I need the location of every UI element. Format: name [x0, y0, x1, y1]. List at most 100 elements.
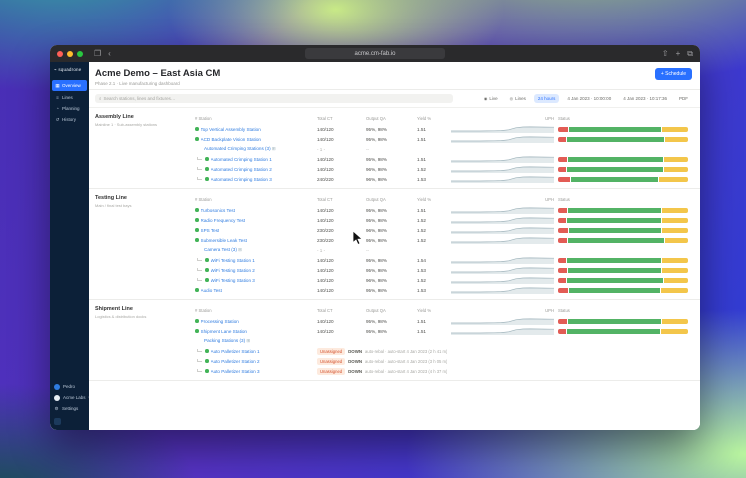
table-row[interactable]: ACD Backplate Vision Station140/12095%, … — [195, 134, 692, 144]
sidebar-item-label: Overview — [62, 83, 81, 88]
close-window-button[interactable] — [57, 51, 63, 57]
share-icon[interactable]: ⇧ — [662, 49, 669, 58]
table-row[interactable]: Audio Test140/12095%, 98%1.53 — [195, 285, 692, 295]
uph-sparkline — [451, 125, 554, 133]
uph-cell — [451, 155, 554, 164]
lines-filter[interactable]: ◎Lines — [506, 94, 530, 103]
station-link[interactable]: SPS Test — [201, 228, 220, 233]
table-row[interactable]: Submersible Leak Test230/22095%, 98%1.52 — [195, 235, 692, 245]
line-section: Assembly LineMainline 1 · Sub-assembly s… — [89, 108, 700, 189]
table-row[interactable]: WiFi Testing Station 3140/12096%, 98%1.5… — [195, 275, 692, 285]
station-link[interactable]: Automated Crimping Station 3 — [211, 177, 272, 182]
tabs-icon[interactable]: ⧉ — [687, 49, 693, 59]
sidebar-item-planning[interactable]: ◔Planning — [52, 103, 87, 113]
station-link[interactable]: Automated Crimping Station 1 — [211, 157, 272, 162]
table-row[interactable]: SPS Test230/22096%, 98%1.52 — [195, 225, 692, 235]
station-link[interactable]: Auto Palletizer Station 2 — [211, 359, 260, 364]
station-link[interactable]: Automated Crimping Station 2 — [211, 167, 272, 172]
table-header-row: # StationTotal CTOutput QAYield %UPHStat… — [195, 193, 692, 205]
status-cell — [558, 278, 692, 283]
expand-icon: ⊞ — [246, 338, 250, 343]
table-row[interactable]: Radio Frequency Test140/12095%, 98%1.52 — [195, 215, 692, 225]
section-table: # StationTotal CTOutput QAYield %UPHStat… — [195, 112, 692, 184]
station-status-dot — [205, 349, 209, 353]
collapse-sidebar-button[interactable] — [54, 418, 61, 425]
status-bar — [558, 268, 688, 273]
table-row[interactable]: Automated Crimping Station 1140/12095%, … — [195, 154, 692, 164]
table-row[interactable]: Processing Station140/12095%, 98%1.51 — [195, 316, 692, 326]
table-row[interactable]: Top Vertical Assembly Station140/12095%,… — [195, 124, 692, 134]
station-link[interactable]: ACD Backplate Vision Station — [201, 137, 261, 142]
yield-cell: 1.52 — [417, 228, 447, 233]
range-selector[interactable]: 24 hours — [534, 94, 560, 103]
schedule-button[interactable]: + Schedule — [655, 68, 692, 80]
station-cell: Submersible Leak Test — [195, 238, 313, 243]
station-link[interactable]: Auto Palletizer Station 1 — [211, 349, 260, 354]
total-ct-cell: 140/120 — [317, 157, 362, 162]
new-tab-icon[interactable]: + — [676, 49, 681, 58]
station-link[interactable]: Top Vertical Assembly Station — [201, 127, 261, 132]
column-header: Yield % — [417, 308, 447, 313]
expand-icon: ⊞ — [238, 247, 242, 252]
yield-cell: 1.53 — [417, 268, 447, 273]
table-row[interactable]: Auto Palletizer Station 1UnassignedDOWNa… — [195, 346, 692, 356]
org-selector[interactable]: Acme Labs ▾ — [50, 392, 89, 403]
user-menu[interactable]: Pedro — [50, 381, 89, 392]
table-row[interactable]: WiFi Testing Station 2140/12095%, 98%1.5… — [195, 265, 692, 275]
status-green-segment — [571, 177, 658, 182]
station-link[interactable]: WiFi Testing Station 1 — [211, 258, 255, 263]
status-red-segment — [558, 258, 566, 263]
table-row[interactable]: Turbosonics Test140/12095%, 98%1.51 — [195, 205, 692, 215]
station-link[interactable]: Audio Test — [201, 288, 222, 293]
live-toggle[interactable]: ◉Live — [480, 94, 502, 103]
status-yellow-segment — [664, 157, 688, 162]
table-row[interactable]: Shipment Lane Station140/12095%, 98%1.51 — [195, 326, 692, 336]
station-link[interactable]: Processing Station — [201, 319, 239, 324]
end-datetime[interactable]: 4 Jan 2023 · 10:17:36 — [619, 94, 671, 103]
station-link[interactable]: Radio Frequency Test — [201, 218, 246, 223]
yield-cell: 1.51 — [417, 329, 447, 334]
group-toggle[interactable]: Automated Crimping Stations (3) ⊞ — [204, 146, 313, 152]
station-link[interactable]: Auto Palletizer Station 3 — [211, 369, 260, 374]
table-row[interactable]: Automated Crimping Station 2140/12096%, … — [195, 164, 692, 174]
column-header: # Station — [195, 116, 313, 121]
station-link[interactable]: Shipment Lane Station — [201, 329, 247, 334]
browser-sidebar-icon[interactable]: ❐ — [94, 50, 101, 58]
org-name: Acme Labs — [63, 395, 86, 400]
sidebar-item-overview[interactable]: ▦Overview — [52, 80, 87, 91]
browser-window: ❐ ‹ acme.cm-fab.io ⇧ + ⧉ ⌁ squadrone ▦Ov… — [50, 45, 700, 430]
search-input[interactable]: ⌕ Search stations, lines and fixtures… — [95, 94, 453, 103]
status-cell — [558, 228, 692, 233]
table-row[interactable]: Auto Palletizer Station 3UnassignedDOWNa… — [195, 366, 692, 376]
sidebar-item-lines[interactable]: ≡Lines — [52, 92, 87, 102]
station-link[interactable]: Turbosonics Test — [201, 208, 235, 213]
down-label: DOWN — [348, 349, 362, 354]
station-link[interactable]: WiFi Testing Station 3 — [211, 278, 255, 283]
minimize-window-button[interactable] — [67, 51, 73, 57]
table-row[interactable]: Camera Test (3) ⊞- 1 --- — [195, 245, 692, 255]
output-qa-cell: 95%, 98% — [366, 127, 413, 132]
table-row[interactable]: Auto Palletizer Station 2UnassignedDOWNa… — [195, 356, 692, 366]
output-qa-cell: 96%, 98% — [366, 278, 413, 283]
station-status-dot — [195, 228, 199, 232]
back-icon[interactable]: ‹ — [108, 50, 111, 58]
start-datetime[interactable]: 4 Jan 2023 · 10:00:00 — [563, 94, 615, 103]
table-row[interactable]: WiFi Testing Station 1140/12095%, 98%1.5… — [195, 255, 692, 265]
page-title: Acme Demo – East Asia CM — [95, 68, 220, 79]
column-header: Output QA — [366, 197, 413, 202]
zoom-window-button[interactable] — [77, 51, 83, 57]
lines-icon: ≡ — [55, 95, 60, 100]
tree-connector — [197, 157, 202, 161]
pdf-export-button[interactable]: PDF — [675, 94, 692, 103]
total-ct-cell: 140/120 — [317, 137, 362, 142]
table-row[interactable]: Packing Stations (3) ⊞ — [195, 336, 692, 346]
table-row[interactable]: Automated Crimping Station 3240/22096%, … — [195, 174, 692, 184]
station-link[interactable]: Submersible Leak Test — [201, 238, 247, 243]
sidebar-item-history[interactable]: ↺History — [52, 114, 87, 125]
address-bar[interactable]: acme.cm-fab.io — [305, 48, 445, 59]
sidebar-item-settings[interactable]: ⚙ Settings — [50, 403, 89, 414]
station-link[interactable]: WiFi Testing Station 2 — [211, 268, 255, 273]
group-toggle[interactable]: Packing Stations (3) ⊞ — [204, 338, 313, 344]
group-toggle[interactable]: Camera Test (3) ⊞ — [204, 247, 313, 253]
table-row[interactable]: Automated Crimping Stations (3) ⊞- 1 --- — [195, 144, 692, 154]
